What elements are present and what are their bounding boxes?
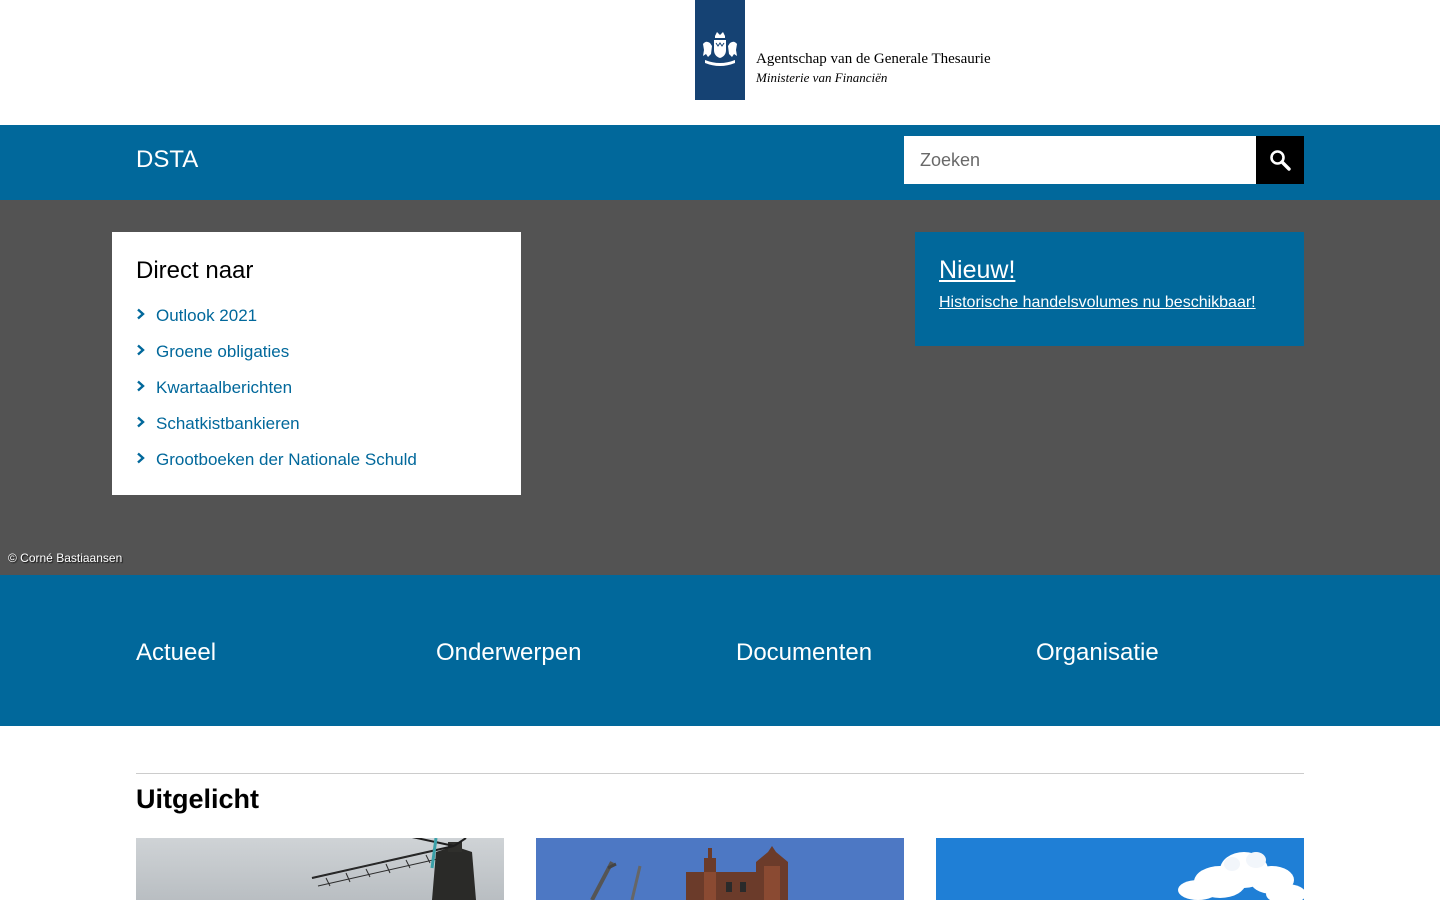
direct-link-kwartaalberichten[interactable]: Kwartaalberichten — [156, 378, 292, 398]
chevron-right-icon — [136, 343, 156, 361]
section-divider — [136, 773, 1304, 774]
chevron-right-icon — [136, 379, 156, 397]
logo-wordmark: Agentschap van de Generale Thesaurie Min… — [756, 50, 991, 86]
nav-item-documenten[interactable]: Documenten — [736, 638, 872, 668]
search-button[interactable] — [1256, 136, 1304, 184]
direct-link-groene-obligaties[interactable]: Groene obligaties — [156, 342, 289, 362]
list-item: Grootboeken der Nationale Schuld — [136, 442, 497, 478]
list-item: Outlook 2021 — [136, 298, 497, 334]
windmill-photo — [136, 838, 504, 900]
nav-item-actueel[interactable]: Actueel — [136, 638, 216, 668]
featured-card-1[interactable] — [136, 838, 504, 900]
search-input[interactable] — [904, 136, 1256, 184]
featured-card-2[interactable] — [536, 838, 904, 900]
featured-card-3[interactable] — [936, 838, 1304, 900]
chevron-right-icon — [136, 307, 156, 325]
sky-clouds-photo — [936, 838, 1304, 900]
nav-item-organisatie[interactable]: Organisatie — [1036, 638, 1159, 668]
direct-naar-title: Direct naar — [136, 257, 254, 284]
direct-link-outlook-2021[interactable]: Outlook 2021 — [156, 306, 257, 326]
nav-item-onderwerpen[interactable]: Onderwerpen — [436, 638, 581, 668]
direct-link-schatkistbankieren[interactable]: Schatkistbankieren — [156, 414, 300, 434]
historic-building-photo — [536, 838, 904, 900]
direct-link-grootboeken[interactable]: Grootboeken der Nationale Schuld — [156, 450, 417, 470]
direct-naar-panel: Direct naar Outlook 2021 Groene obligati… — [112, 232, 521, 495]
list-item: Groene obligaties — [136, 334, 497, 370]
section-title-uitgelicht: Uitgelicht — [136, 784, 260, 814]
news-title-link[interactable]: Nieuw! — [939, 254, 1280, 286]
coat-of-arms-icon — [703, 32, 737, 66]
news-link[interactable]: Historische handelsvolumes nu beschikbaa… — [939, 294, 1280, 312]
search-icon — [1270, 150, 1291, 171]
logo-agency-name: Agentschap van de Generale Thesaurie — [756, 51, 991, 67]
logo[interactable] — [695, 0, 745, 100]
site-name-link[interactable]: DSTA — [136, 146, 198, 174]
list-item: Schatkistbankieren — [136, 406, 497, 442]
direct-naar-list: Outlook 2021 Groene obligaties Kwartaalb… — [136, 298, 497, 478]
photo-credit: © Corné Bastiaansen — [8, 551, 123, 565]
news-panel: Nieuw! Historische handelsvolumes nu bes… — [915, 232, 1304, 346]
list-item: Kwartaalberichten — [136, 370, 497, 406]
chevron-right-icon — [136, 451, 156, 469]
logo-ministry-name: Ministerie van Financiën — [756, 70, 888, 85]
site-header: Agentschap van de Generale Thesaurie Min… — [0, 0, 1440, 125]
chevron-right-icon — [136, 415, 156, 433]
